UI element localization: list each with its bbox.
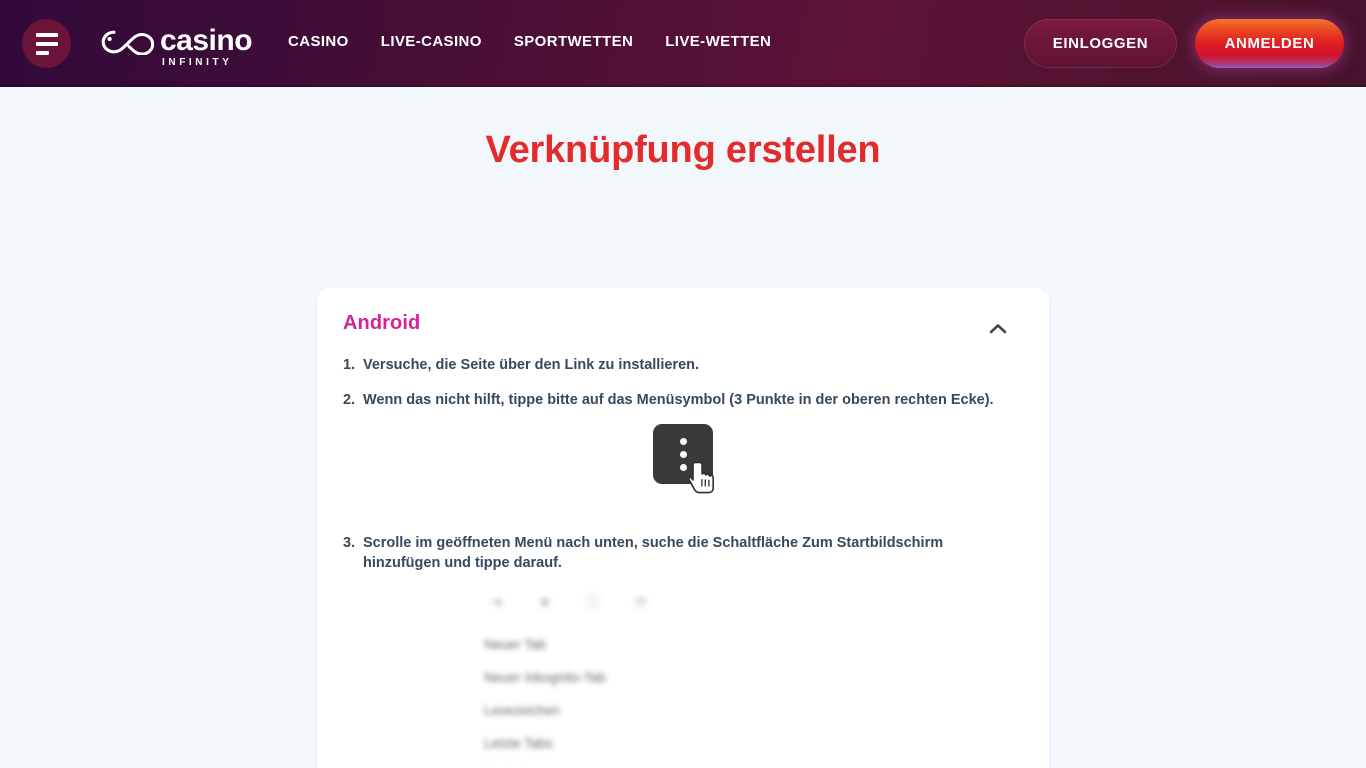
auth-buttons: EINLOGGEN ANMELDEN (1024, 19, 1344, 68)
nav-item-sportwetten[interactable]: SPORTWETTEN (514, 33, 633, 50)
dot-2 (679, 450, 687, 458)
dot-1 (679, 437, 687, 445)
menu-item-label: Lesezeichen (484, 703, 560, 718)
nav-item-casino[interactable]: CASINO (288, 33, 349, 50)
three-dots-illustration (343, 424, 1023, 506)
logo-subtitle: INFINITY (162, 57, 233, 68)
menu-item-label: Letzte Tabs (484, 736, 553, 751)
hamburger-line-1 (35, 32, 58, 37)
menu-item-trailing-icon: ▭ (620, 760, 631, 768)
dot-3 (679, 463, 687, 471)
menu-item-label: Neuer Tab (484, 637, 547, 652)
menu-item[interactable]: Verlauf ▭ (467, 760, 899, 768)
menu-item[interactable]: Neuer Inkognito-Tab (467, 661, 899, 694)
page-title: Verknüpfung erstellen (485, 129, 881, 171)
hamburger-line-2 (35, 41, 58, 46)
step-3: 3. Scrolle im geöffneten Menü nach unten… (343, 533, 1023, 573)
browser-menu-list: Neuer Tab Neuer Inkognito-Tab Lesezeiche… (467, 628, 899, 768)
browser-menu-screenshot: ➜ ★ ⓘ ⟳ Neuer Tab Neuer Inkognito-Tab Le… (467, 585, 899, 768)
infinity-icon (100, 29, 155, 60)
step-2: 2. Wenn das nicht hilft, tippe bitte auf… (343, 390, 1023, 410)
section-title-android: Android (343, 312, 421, 334)
main-content: Verknüpfung erstellen Android 1. Versuch… (0, 87, 1366, 768)
instructions-card: Android 1. Versuche, die Seite über den … (317, 288, 1049, 768)
site-logo[interactable]: casino INFINITY (100, 24, 253, 69)
browser-menu-toolbar: ➜ ★ ⓘ ⟳ (467, 585, 899, 613)
logo-name: casino (160, 24, 253, 57)
step-3-text: Scrolle im geöffneten Menü nach unten, s… (363, 535, 944, 571)
nav-item-live-casino[interactable]: LIVE-CASINO (381, 33, 482, 50)
signup-button[interactable]: ANMELDEN (1195, 19, 1344, 68)
forward-arrow-icon: ➜ (490, 594, 504, 611)
info-circle-icon: ⓘ (585, 594, 601, 611)
main-navigation: CASINO LIVE-CASINO SPORTWETTEN LIVE-WETT… (288, 33, 771, 50)
step-2-text: Wenn das nicht hilft, tippe bitte auf da… (363, 392, 994, 408)
menu-item[interactable]: Neuer Tab (467, 628, 899, 661)
nav-item-live-wetten[interactable]: LIVE-WETTEN (665, 33, 771, 50)
site-header: casino INFINITY CASINO LIVE-CASINO SPORT… (0, 0, 1366, 87)
menu-item[interactable]: Letzte Tabs (467, 727, 899, 760)
step-2-number: 2. (343, 392, 356, 408)
step-3-number: 3. (343, 535, 356, 551)
login-button[interactable]: EINLOGGEN (1024, 19, 1177, 68)
refresh-icon: ⟳ (634, 594, 648, 611)
star-icon: ★ (538, 594, 552, 611)
menu-item[interactable]: Lesezeichen (467, 694, 899, 727)
step-1-number: 1. (343, 357, 356, 373)
step-1: 1. Versuche, die Seite über den Link zu … (343, 355, 1023, 375)
hamburger-line-3 (35, 50, 49, 55)
menu-item-label: Neuer Inkognito-Tab (484, 670, 606, 685)
pointing-hand-cursor (688, 460, 719, 498)
chevron-up-icon[interactable] (987, 318, 1009, 340)
step-1-text: Versuche, die Seite über den Link zu ins… (363, 357, 700, 373)
card-header: Android (343, 312, 1023, 340)
menu-toggle-button[interactable] (22, 19, 71, 68)
